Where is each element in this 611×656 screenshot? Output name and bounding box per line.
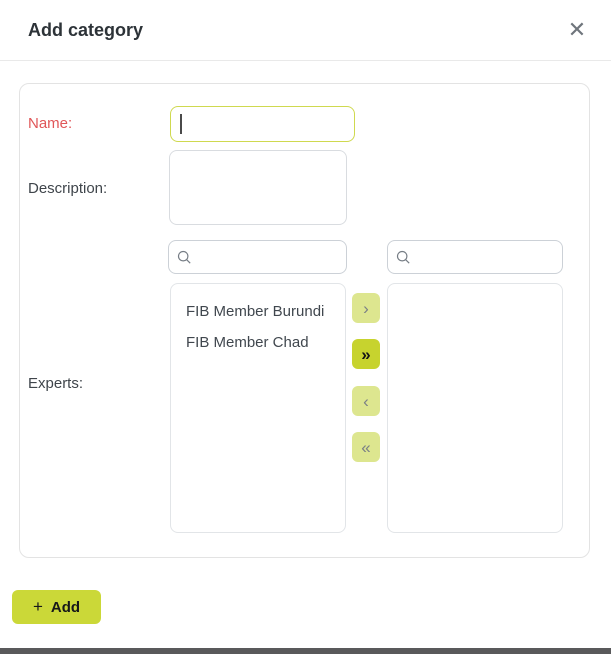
expert-list-item[interactable]: FIB Member Burundi <box>171 296 345 327</box>
selected-experts-list[interactable] <box>387 283 563 533</box>
search-icon <box>177 250 192 265</box>
available-experts-search[interactable] <box>168 240 347 274</box>
text-cursor <box>180 114 182 134</box>
plus-icon: + <box>33 597 43 617</box>
move-left-button[interactable]: ‹ <box>352 386 380 416</box>
close-icon[interactable]: ✕ <box>563 16 591 44</box>
name-label: Name: <box>28 115 72 132</box>
add-category-dialog: Add category ✕ Name: Description: Expert… <box>0 0 611 656</box>
description-textarea[interactable] <box>169 150 347 225</box>
horizontal-scrollbar[interactable] <box>0 648 611 654</box>
header-divider <box>0 60 611 61</box>
selected-experts-search[interactable] <box>387 240 563 274</box>
move-right-button[interactable]: › <box>352 293 380 323</box>
selected-experts-search-input[interactable] <box>417 248 554 266</box>
dialog-title: Add category <box>28 20 143 41</box>
available-experts-list[interactable]: FIB Member BurundiFIB Member Chad <box>170 283 346 533</box>
move-all-right-button[interactable]: » <box>352 339 380 369</box>
description-label: Description: <box>28 180 107 197</box>
expert-list-item[interactable]: FIB Member Chad <box>171 327 345 358</box>
name-input[interactable] <box>170 106 355 142</box>
move-all-left-button[interactable]: « <box>352 432 380 462</box>
add-button-label: Add <box>51 599 80 616</box>
available-experts-search-input[interactable] <box>198 248 338 266</box>
search-icon <box>396 250 411 265</box>
experts-label: Experts: <box>28 375 83 392</box>
add-button[interactable]: + Add <box>12 590 101 624</box>
